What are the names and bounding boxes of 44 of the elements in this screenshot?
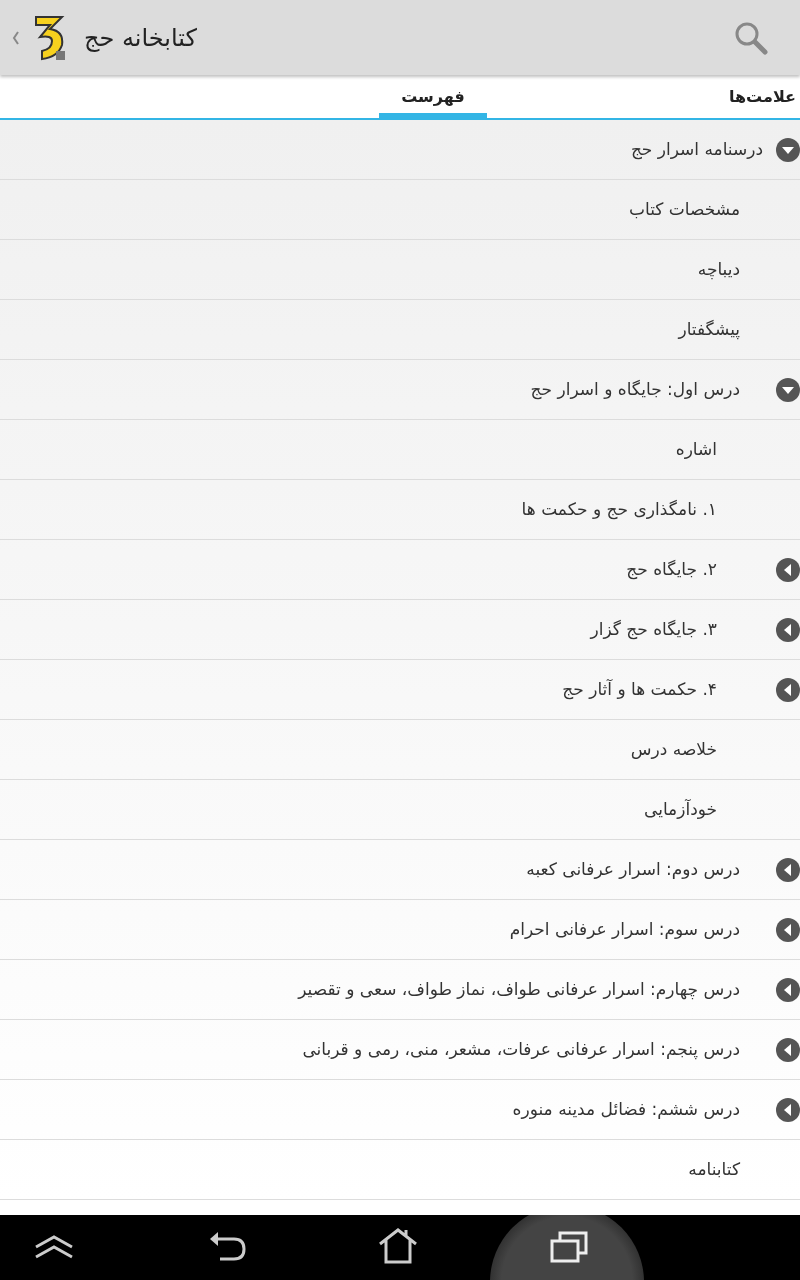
toc-label: ۲. جایگاه حج [626, 557, 717, 582]
toc-row[interactable]: درس سوم: اسرار عرفانی احرام [0, 900, 800, 960]
toc-label: درس چهارم: اسرار عرفانی طواف، نماز طواف، سعی و تقصیر [298, 977, 740, 1002]
recent-apps-icon[interactable] [550, 1231, 590, 1263]
toc-row[interactable]: ۴. حکمت ها و آثار حج [0, 660, 800, 720]
toc-label: درس دوم: اسرار عرفانی کعبه [526, 857, 740, 881]
toc-label: مشخصات کتاب [629, 197, 740, 221]
toc-row[interactable]: درسنامه اسرار حج [0, 120, 800, 180]
toc-row[interactable]: ۱. نامگذاری حج و حکمت ها [0, 480, 800, 540]
search-icon[interactable] [734, 20, 768, 55]
toc-row[interactable]: ۲. جایگاه حج [0, 540, 800, 600]
toc-label: درسنامه اسرار حج [630, 137, 763, 162]
toc-row[interactable]: اشاره [0, 420, 800, 480]
back-icon[interactable] [208, 1231, 246, 1263]
tab[interactable]: علامت‌ها [724, 75, 800, 118]
toc-row[interactable]: پیشگفتار [0, 300, 800, 360]
home-icon[interactable] [378, 1228, 418, 1264]
toc-label: درس سوم: اسرار عرفانی احرام [509, 917, 740, 941]
toc-label: ۱. نامگذاری حج و حکمت ها [521, 497, 717, 522]
toc-label: درس اول: جایگاه و اسرار حج [530, 377, 740, 402]
toc-row[interactable]: خودآزمایی [0, 780, 800, 840]
toc-label: درس ششم: فضائل مدینه منوره [512, 1097, 740, 1121]
toc-label: پیشگفتار [678, 317, 740, 342]
toc-row[interactable]: درس پنجم: اسرار عرفانی عرفات، مشعر، منی، رمی و قربانی [0, 1020, 800, 1080]
toc-row[interactable]: درس اول: جایگاه و اسرار حج [0, 360, 800, 420]
toc-row[interactable]: ۳. جایگاه حج گزار [0, 600, 800, 660]
app-title: کتابخانه حج [84, 22, 197, 54]
toc-row[interactable]: درس ششم: فضائل مدینه منوره [0, 1080, 800, 1140]
toc-label: ۳. جایگاه حج گزار [590, 617, 717, 642]
toc-row[interactable]: خلاصه درس [0, 720, 800, 780]
toc-row[interactable]: درس چهارم: اسرار عرفانی طواف، نماز طواف، سعی و تقصیر [0, 960, 800, 1020]
toc-label: درس پنجم: اسرار عرفانی عرفات، مشعر، منی، رمی و قربانی [302, 1037, 740, 1062]
chevron-icon[interactable] [12, 29, 20, 46]
toc-row[interactable]: کتابنامه [0, 1140, 800, 1200]
toc-label: اشاره [675, 437, 717, 461]
toc-label: کتابنامه [688, 1157, 740, 1181]
toc-label: خلاصه درس [630, 737, 717, 761]
up-chevron-icon[interactable] [34, 1235, 74, 1259]
toc-row[interactable]: درس دوم: اسرار عرفانی کعبه [0, 840, 800, 900]
toc-label: دیباچه [697, 257, 740, 282]
toc-label: ۴. حکمت ها و آثار حج [562, 677, 717, 702]
toc-row[interactable]: دیباچه [0, 240, 800, 300]
toc-row[interactable]: مشخصات کتاب [0, 180, 800, 240]
toc-label: خودآزمایی [644, 797, 717, 821]
